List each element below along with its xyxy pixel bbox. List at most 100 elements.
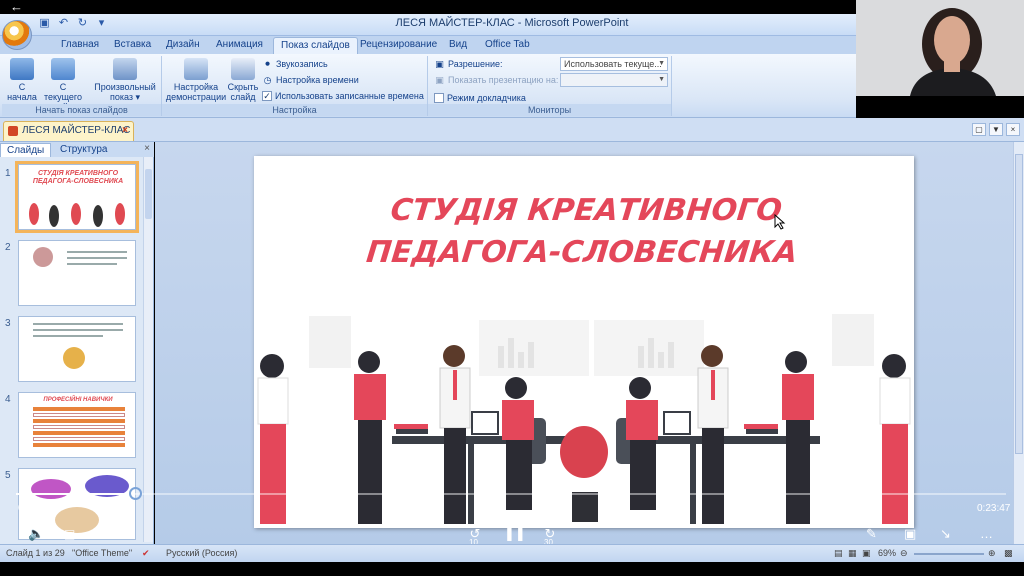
- back-arrow-icon[interactable]: ←: [10, 0, 23, 14]
- tab-insert[interactable]: Вставка: [114, 37, 151, 54]
- language[interactable]: Русский (Россия): [166, 548, 237, 558]
- person-figure: [115, 203, 125, 225]
- rewind-button[interactable]: ↺ 10: [465, 526, 485, 547]
- person-left-1: [257, 354, 289, 524]
- fit-slide-icon[interactable]: ▩: [1004, 548, 1013, 559]
- tab-home[interactable]: Главная: [61, 37, 99, 54]
- zoom-in-icon[interactable]: ⊕: [988, 548, 996, 559]
- forward-button[interactable]: ↻ 30: [540, 526, 560, 547]
- person-figure: [71, 203, 81, 225]
- status-bar: Слайд 1 из 29 "Office Theme" ✔ Русский (…: [0, 544, 1024, 562]
- checkbox-unchecked[interactable]: [434, 93, 444, 103]
- group-monitors: ▣ Разрешение: Использовать текуще... ▼ ▣…: [428, 56, 672, 116]
- presenter-portrait: [856, 0, 1024, 96]
- plant-leaves: [560, 426, 608, 478]
- normal-view-icon[interactable]: ▤: [834, 548, 843, 559]
- tab-review[interactable]: Рецензирование: [360, 37, 437, 54]
- close-tab-icon[interactable]: ×: [122, 122, 128, 140]
- sorter-view-icon[interactable]: ▦: [848, 548, 857, 559]
- presenter-view-checkbox[interactable]: Режим докладчика: [434, 91, 526, 105]
- pane-scroll-thumb[interactable]: [145, 169, 152, 219]
- video-progress-bar[interactable]: [16, 487, 1006, 500]
- video-progress-knob[interactable]: [128, 487, 142, 500]
- plant-pot: [572, 492, 598, 522]
- microphone-icon: ⚫: [263, 58, 272, 69]
- hide-slide-icon: [231, 58, 255, 80]
- close-document-icon[interactable]: ×: [1006, 123, 1020, 136]
- setup-show-button[interactable]: Настройка демонстрации: [164, 58, 228, 102]
- rehearse-timings-button[interactable]: ◷ Настройка времени: [262, 73, 359, 87]
- slide-thumbnail-4[interactable]: ПРОФЕСІЙНІ НАВИЧКИ: [18, 392, 136, 458]
- person-figure: [49, 205, 59, 227]
- custom-show-button[interactable]: Произвольный показ ▾: [92, 58, 158, 102]
- pane-scrollbar[interactable]: [143, 157, 153, 542]
- tab-design[interactable]: Дизайн: [166, 37, 200, 54]
- monitor-disabled-icon: ▣: [435, 74, 444, 85]
- zoom-out-icon[interactable]: ⊖: [900, 548, 908, 559]
- person-right-3: [782, 351, 814, 524]
- record-narration-button[interactable]: ⚫ Звукозапись: [262, 57, 328, 71]
- zoom-slider[interactable]: [914, 553, 984, 555]
- slide-number: 3: [5, 318, 11, 329]
- video-progress-fill: [16, 493, 135, 495]
- hide-slide-button[interactable]: Скрыть слайд: [226, 58, 260, 102]
- main-vertical-scrollbar[interactable]: [1013, 142, 1024, 544]
- monitor-icon: ▣: [435, 58, 444, 69]
- tab-view[interactable]: Вид: [449, 37, 467, 54]
- bar-row: [33, 407, 125, 411]
- slide-thumbnail-1[interactable]: СТУДІЯ КРЕАТИВНОГО ПЕДАГОГА-СЛОВЕСНИКА: [15, 161, 139, 233]
- bar-row: [33, 443, 125, 447]
- tab-animation[interactable]: Анимация: [216, 37, 263, 54]
- main-scroll-thumb[interactable]: [1015, 154, 1023, 454]
- books: [394, 424, 428, 429]
- more-options-icon[interactable]: …: [980, 526, 993, 542]
- tab-outline[interactable]: Структура: [54, 143, 113, 157]
- zoom-level[interactable]: 69%: [878, 548, 896, 558]
- group-start-slideshow: С начала С текущего слайда Произвольный …: [2, 56, 162, 116]
- chevron-down-icon: ▼: [658, 76, 665, 83]
- use-timings-checkbox[interactable]: ✓ Использовать записанные времена: [262, 89, 424, 103]
- picture-in-picture-icon[interactable]: ▣: [904, 526, 916, 542]
- tab-list-icon[interactable]: ▼: [989, 123, 1003, 136]
- text-line: [67, 263, 117, 265]
- laptop: [471, 411, 499, 435]
- captions-icon[interactable]: ▤: [64, 526, 75, 542]
- pen-icon[interactable]: ✎: [866, 526, 877, 542]
- wall-board: [309, 316, 351, 368]
- from-start-button[interactable]: С начала: [4, 58, 40, 102]
- wall-board: [832, 314, 874, 366]
- player-bottom-bar: [0, 562, 1024, 576]
- show-on-dropdown[interactable]: ▼: [560, 73, 668, 87]
- current-slide[interactable]: СТУДІЯ КРЕАТИВНОГО ПЕДАГОГА-СЛОВЕСНИКА: [254, 156, 914, 528]
- tab-office-tab[interactable]: Office Tab: [485, 37, 530, 54]
- tab-slideshow[interactable]: Показ слайдов: [273, 37, 358, 54]
- slideshow-view-icon[interactable]: ▣: [862, 548, 871, 559]
- resolution-dropdown[interactable]: Использовать текуще... ▼: [560, 57, 668, 71]
- volume-icon[interactable]: 🔈: [28, 526, 44, 542]
- person-right-4: [879, 354, 911, 524]
- slide-thumbnail-2[interactable]: [18, 240, 136, 306]
- checkbox-checked[interactable]: ✓: [262, 91, 272, 101]
- speech-bubble: [31, 479, 71, 499]
- group-label-setup: Настройка: [162, 104, 427, 116]
- slide-thumbnail-3[interactable]: [18, 316, 136, 382]
- show-on-label: ▣ Показать презентацию на:: [435, 74, 559, 86]
- office-button[interactable]: [2, 20, 32, 50]
- new-document-icon[interactable]: ▢: [972, 123, 986, 136]
- thumb-title: ПРОФЕСІЙНІ НАВИЧКИ: [43, 397, 113, 403]
- pause-icon[interactable]: ❚❚: [504, 526, 526, 542]
- group-label-monitors: Мониторы: [428, 104, 671, 116]
- custom-show-icon: [113, 58, 137, 80]
- slide-number: 2: [5, 242, 11, 253]
- person-left-3: [439, 345, 471, 524]
- text-line: [33, 335, 103, 337]
- slide-counter: Слайд 1 из 29: [6, 548, 65, 558]
- spellcheck-icon[interactable]: ✔: [142, 548, 150, 559]
- tab-slides[interactable]: Слайды: [0, 143, 52, 157]
- close-pane-icon[interactable]: ×: [144, 143, 150, 154]
- webcam-video: [856, 0, 1024, 96]
- document-tab[interactable]: ЛЕСЯ МАЙСТЕР-КЛАС ×: [3, 121, 134, 141]
- group-setup: Настройка демонстрации Скрыть слайд ⚫ Зв…: [162, 56, 428, 116]
- bar-row: [33, 419, 125, 423]
- exit-fullscreen-icon[interactable]: ↘: [940, 526, 951, 542]
